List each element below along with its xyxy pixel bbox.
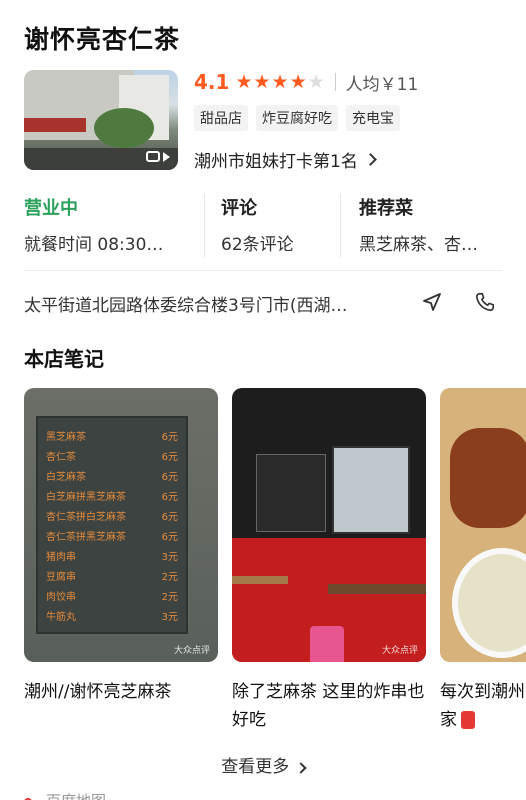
note-caption[interactable]: 除了芝麻茶 这里的炸串也好吃 (232, 678, 426, 734)
menu-price: 2元 (161, 592, 178, 603)
stool (310, 626, 344, 662)
star-empty-icon: ★ (307, 70, 325, 93)
menu-item: 猪肉串 (46, 552, 76, 563)
menu-item: 白芝麻拼黑芝麻茶 (46, 492, 126, 503)
phone-icon[interactable] (474, 291, 496, 313)
menu-price: 6元 (161, 472, 178, 483)
see-more-button[interactable]: 查看更多 (0, 752, 526, 777)
menu-price: 6元 (161, 452, 178, 463)
menu-price: 3元 (161, 612, 178, 623)
menu-item: 杏仁茶拼黑芝麻茶 (46, 532, 126, 543)
note-card[interactable]: 大众点评 (232, 388, 426, 662)
navigation-icon[interactable] (422, 292, 442, 312)
recommend-label: 推荐菜 (359, 198, 413, 219)
shop-window (332, 446, 410, 534)
menu-price: 2元 (161, 572, 178, 583)
menu-item: 白芝麻茶 (46, 472, 86, 483)
camera-icon (146, 151, 160, 162)
shop-name: 谢怀亮杏仁茶 (24, 25, 181, 54)
star-filled-icon: ★ (235, 70, 253, 93)
tag[interactable]: 甜品店 (194, 105, 248, 131)
map-source-label: 百度地图 (46, 792, 106, 800)
menu-item: 黑芝麻茶 (46, 432, 86, 443)
menu-item: 肉饺串 (46, 592, 76, 603)
recommend-dishes: 黑芝麻茶、杏… (359, 235, 478, 255)
open-status: 营业中 (24, 198, 78, 219)
menu-item: 豆腐串 (46, 572, 76, 583)
shop-photo[interactable] (24, 70, 178, 170)
menu-price: 6元 (161, 492, 178, 503)
note-card[interactable] (440, 388, 526, 662)
notes-section-title: 本店笔记 (24, 347, 104, 371)
note-card[interactable]: 黑芝麻茶 6元 杏仁茶 6元 白芝麻茶 6元 白芝麻拼黑芝麻茶 6元 杏仁茶拼白芝麻茶 6… (24, 388, 218, 662)
note-caption-line: 每次到潮州 (440, 682, 525, 702)
menu-item: 杏仁茶 (46, 452, 76, 463)
play-icon (163, 151, 170, 162)
menu-board-image: 黑芝麻茶 6元 杏仁茶 6元 白芝麻茶 6元 白芝麻拼黑芝麻茶 6元 杏仁茶拼白芝麻茶 6… (36, 416, 188, 634)
recommend-section[interactable]: 推荐菜 黑芝麻茶、杏… (340, 194, 502, 258)
chevron-right-icon (363, 153, 377, 166)
reviews-label: 评论 (221, 198, 257, 219)
note-caption-line: 家 (440, 710, 457, 730)
fire-extinguisher-icon (461, 711, 475, 729)
menu-item: 杏仁茶拼白芝麻茶 (46, 512, 126, 523)
divider (334, 73, 336, 91)
rating-stars: ★ ★ ★ ★ ★ (235, 70, 325, 93)
menu-price: 6元 (161, 432, 178, 443)
star-filled-icon: ★ (289, 70, 307, 93)
see-more-label: 查看更多 (221, 757, 290, 777)
watermark: 大众点评 (173, 646, 210, 656)
shop-interior-image (256, 454, 326, 532)
table (232, 576, 288, 584)
reviews-section[interactable]: 评论 62条评论 (204, 194, 340, 258)
rank-link[interactable]: 潮州市姐妹打卡第1名 (194, 147, 377, 172)
info-row: 营业中 就餐时间 08:30… 评论 62条评论 推荐菜 黑芝麻茶、杏… (24, 194, 502, 258)
star-filled-icon: ★ (253, 70, 271, 93)
bowl-image (452, 548, 526, 658)
divider (24, 270, 502, 271)
rating-score: 4.1 (194, 70, 230, 94)
menu-price: 6元 (161, 532, 178, 543)
note-caption[interactable]: 每次到潮州 家 (440, 678, 526, 734)
table (328, 584, 426, 594)
hours-text: 就餐时间 08:30… (24, 235, 164, 255)
tag-list: 甜品店 炸豆腐好吃 充电宝 (194, 105, 400, 131)
avg-price: 人均￥11 (345, 74, 419, 95)
food-image (450, 428, 526, 528)
rating-row[interactable]: 4.1 ★ ★ ★ ★ ★ 人均￥11 (194, 70, 419, 95)
media-badge (146, 151, 170, 162)
menu-item: 牛筋丸 (46, 612, 76, 623)
menu-price: 3元 (161, 552, 178, 563)
menu-price: 6元 (161, 512, 178, 523)
watermark: 大众点评 (381, 646, 418, 656)
map-source: 百度地图 (24, 790, 106, 800)
tag[interactable]: 炸豆腐好吃 (256, 105, 338, 131)
reviews-count: 62条评论 (221, 235, 294, 255)
chevron-right-icon (295, 762, 307, 774)
address-text[interactable]: 太平街道北园路体委综合楼3号门市(西湖… (24, 291, 347, 316)
note-caption[interactable]: 潮州//谢怀亮芝麻茶 (24, 678, 218, 706)
hours-section[interactable]: 营业中 就餐时间 08:30… (24, 194, 204, 258)
rank-text: 潮州市姐妹打卡第1名 (194, 152, 358, 172)
tag[interactable]: 充电宝 (346, 105, 400, 131)
star-filled-icon: ★ (271, 70, 289, 93)
